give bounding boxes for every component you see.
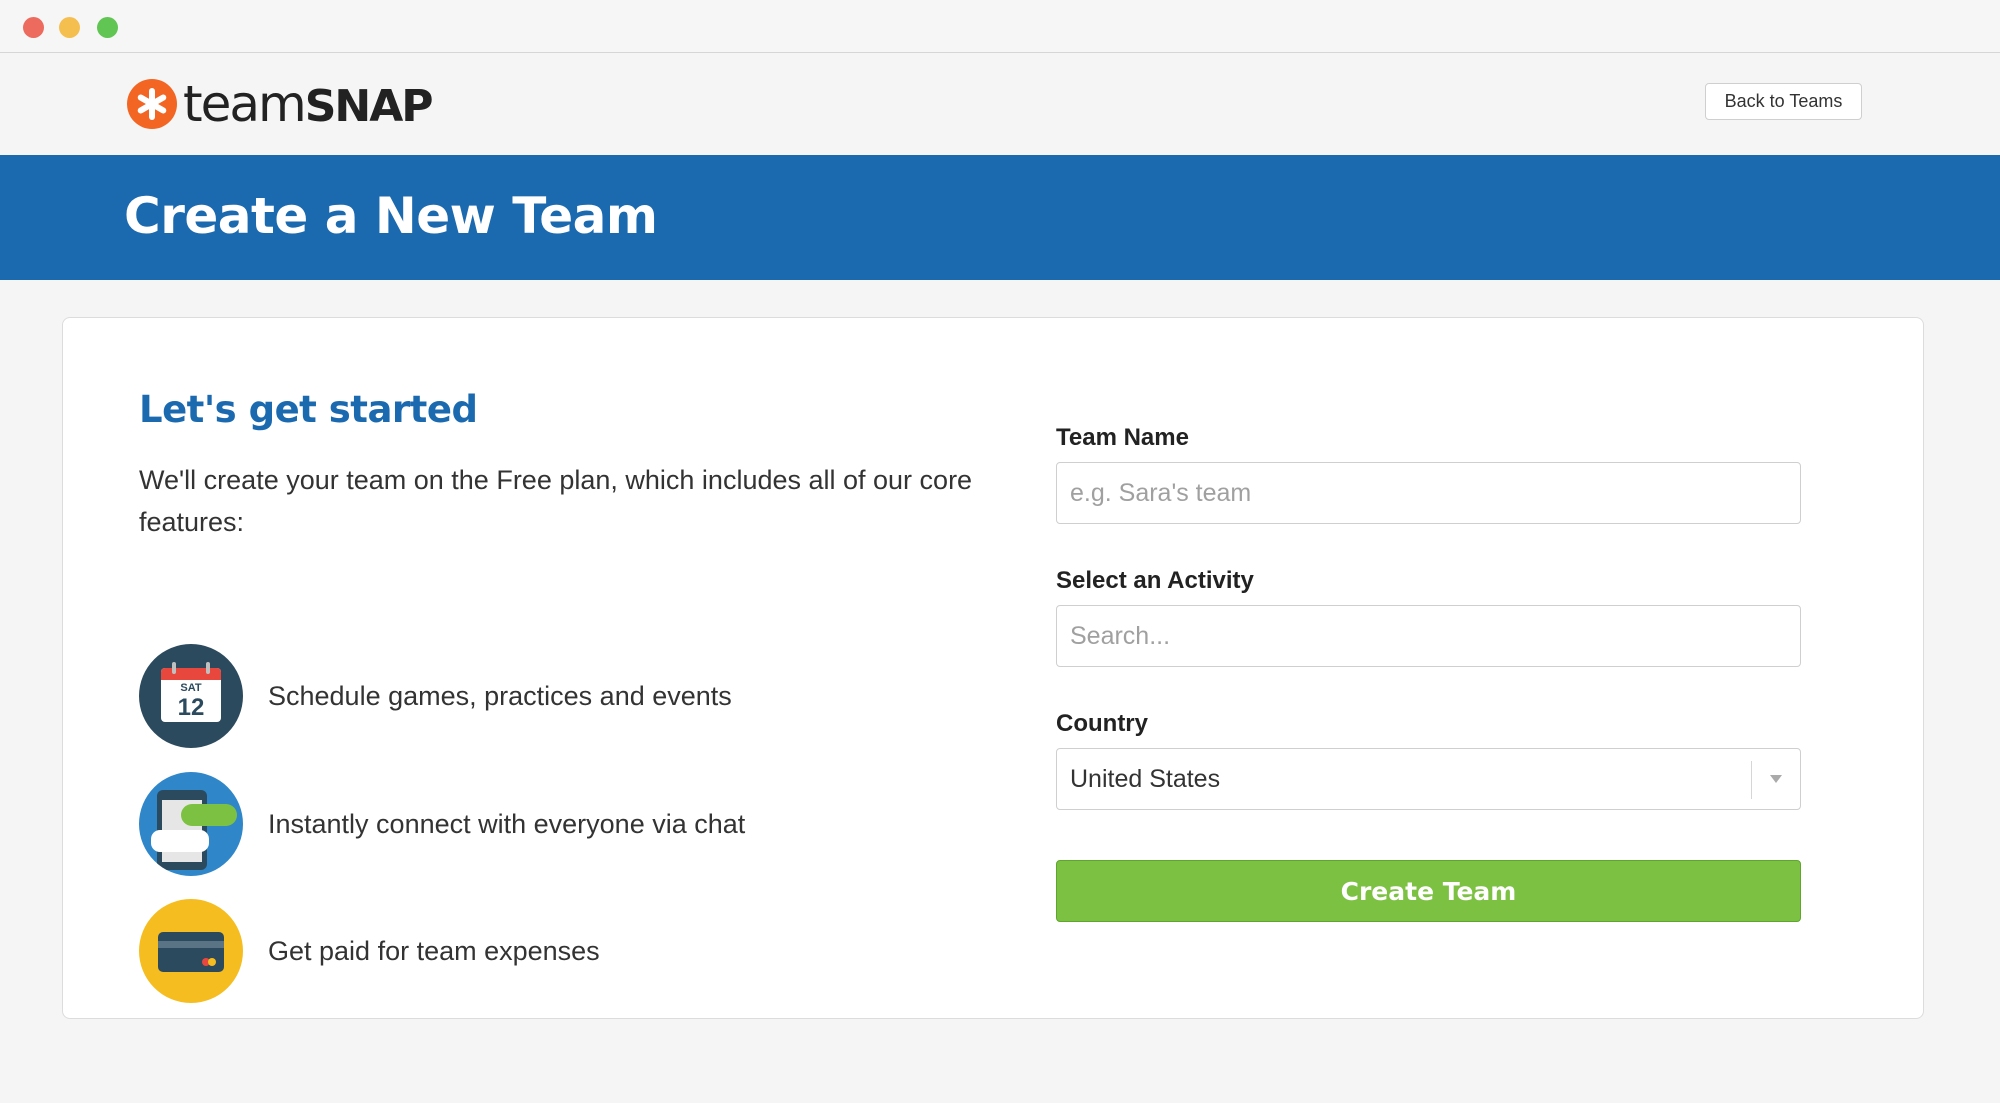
minimize-window-button[interactable] <box>59 17 80 38</box>
chat-icon <box>139 772 243 876</box>
page-title: Create a New Team <box>124 187 658 245</box>
feature-chat-text: Instantly connect with everyone via chat <box>268 808 746 839</box>
logo-team-text: team <box>183 75 307 133</box>
feature-schedule: SAT 12 Schedule games, practices and eve… <box>139 644 732 748</box>
calendar-icon: SAT 12 <box>139 644 243 748</box>
activity-label: Select an Activity <box>1056 567 1254 594</box>
logo-wordmark: teamSNAP <box>183 79 434 132</box>
country-selected-value: United States <box>1070 765 1221 793</box>
teamsnap-logo[interactable]: teamSNAP <box>127 76 434 132</box>
country-select[interactable]: United States <box>1056 748 1801 810</box>
asterisk-logo-icon <box>127 79 177 129</box>
create-team-button[interactable]: Create Team <box>1056 860 1801 922</box>
activity-search-input[interactable] <box>1056 605 1801 667</box>
window-titlebar <box>0 0 2000 53</box>
logo-snap-text: SNAP <box>304 81 434 132</box>
intro-heading: Let's get started <box>139 388 478 431</box>
feature-payments-text: Get paid for team expenses <box>268 935 600 966</box>
calendar-date-text: 12 <box>177 694 205 721</box>
team-name-label: Team Name <box>1056 424 1189 451</box>
feature-chat: Instantly connect with everyone via chat <box>139 772 745 876</box>
chevron-down-icon[interactable] <box>1770 775 1782 783</box>
team-name-input[interactable] <box>1056 462 1801 524</box>
feature-schedule-text: Schedule games, practices and events <box>268 680 732 711</box>
page-banner: Create a New Team <box>0 155 2000 280</box>
app-window: teamSNAP Back to Teams Create a New Team… <box>0 0 2000 1103</box>
select-divider <box>1751 761 1752 799</box>
close-window-button[interactable] <box>23 17 44 38</box>
site-header: teamSNAP Back to Teams <box>0 54 2000 155</box>
maximize-window-button[interactable] <box>97 17 118 38</box>
calendar-day-text: SAT <box>180 682 202 694</box>
back-to-teams-button[interactable]: Back to Teams <box>1705 83 1862 120</box>
feature-payments: Get paid for team expenses <box>139 899 600 1003</box>
country-label: Country <box>1056 710 1148 737</box>
create-team-card: Let's get started We'll create your team… <box>62 317 1924 1019</box>
intro-section: Let's get started We'll create your team… <box>139 388 1039 1003</box>
credit-card-icon <box>139 899 243 1003</box>
intro-description: We'll create your team on the Free plan,… <box>139 465 973 537</box>
